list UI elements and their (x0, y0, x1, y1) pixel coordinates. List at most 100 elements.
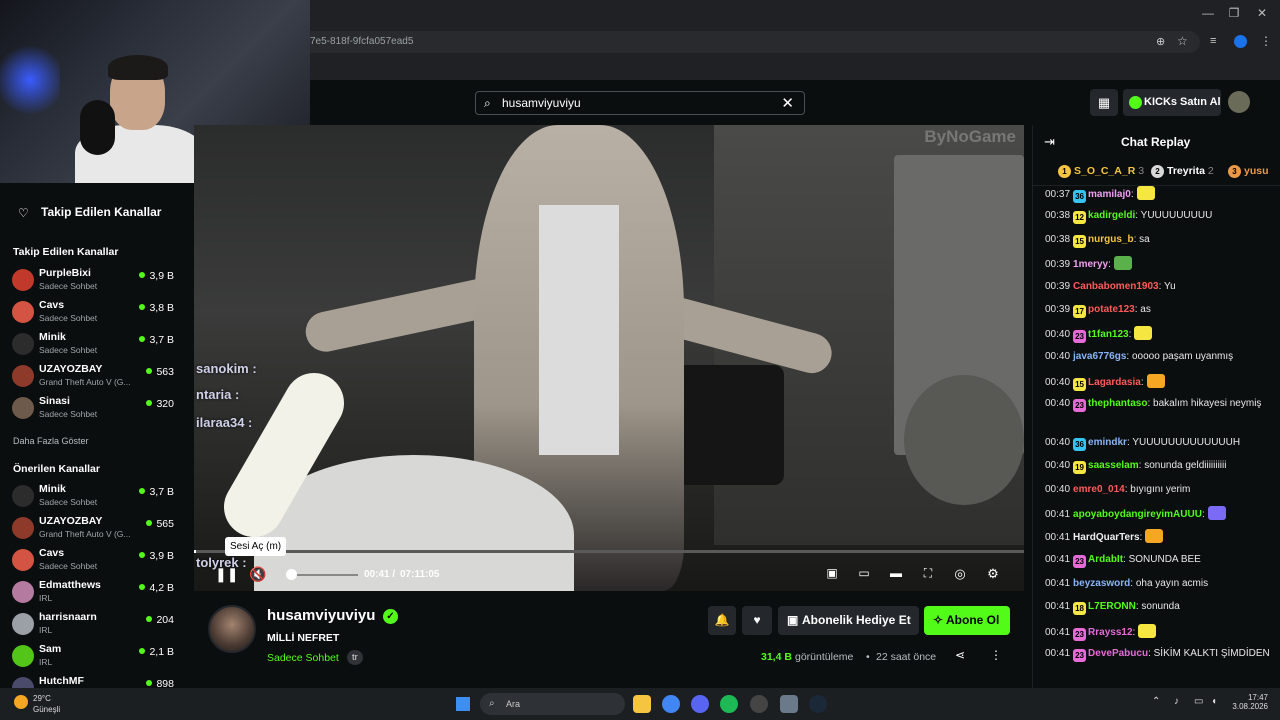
video-player[interactable]: ByNoGame sanokim : ntaria : ilaraa34 : t… (194, 125, 1024, 591)
chat-username[interactable]: HardQuarTers (1073, 532, 1140, 543)
leaderboard-entry[interactable]: 1 S_O_C_A_R 3 (1058, 165, 1144, 178)
chat-message[interactable]: 00:40 java6776gs: ooooo paşam uyanmış (1045, 350, 1270, 364)
clear-search-icon[interactable]: ✕ (781, 94, 794, 112)
chat-message[interactable]: 00:39 17 potate123: as (1045, 303, 1270, 318)
chat-message[interactable]: 00:38 15 nurgus_b: sa (1045, 233, 1270, 248)
chat-message[interactable]: 00:40 15 Lagardasia: (1045, 374, 1270, 391)
chat-username[interactable]: nurgus_b (1088, 234, 1134, 245)
search-box[interactable]: ⌕ husamviyuviyu ✕ (475, 91, 805, 115)
chat-message[interactable]: 00:40 36 emindkr: YUUUUUUUUUUUUUH (1045, 436, 1270, 451)
follow-heart-button[interactable]: ♥ (742, 606, 772, 635)
channel-name[interactable]: husamviyuviyu (267, 607, 375, 624)
chat-message[interactable]: 00:41 23 Rrayss12: (1045, 624, 1270, 641)
app-icon[interactable] (780, 695, 798, 713)
sidebar-channel[interactable]: HutchMF 898 (12, 674, 182, 688)
sidebar-channel[interactable]: UZAYOZBAY Grand Theft Auto V (G... 563 (12, 362, 182, 392)
weather-temperature[interactable]: 29°C (33, 694, 51, 703)
notification-bell-button[interactable]: 🔔 (708, 606, 736, 635)
taskbar-clock[interactable]: 17:47 3.08.2026 (1200, 693, 1268, 711)
zoom-icon[interactable]: ⊕ (1156, 35, 1165, 48)
sidebar-channel[interactable]: Sam IRL 2,1 B (12, 642, 182, 672)
spotify-icon[interactable] (720, 695, 738, 713)
buy-kicks-button[interactable]: KICKs Satın Al (1123, 89, 1221, 116)
layout-grid-button[interactable]: ▦ (1090, 89, 1118, 116)
chat-message[interactable]: 00:40 19 saasselam: sonunda geldiiiiiiiiii (1045, 459, 1270, 474)
chat-message[interactable]: 00:41 HardQuarTers: (1045, 529, 1270, 545)
file-explorer-icon[interactable] (633, 695, 651, 713)
sidebar-channel[interactable]: Minik Sadece Sohbet 3,7 B (12, 330, 182, 360)
chat-message[interactable]: 00:40 23 t1fan123: (1045, 326, 1270, 343)
volume-slider[interactable] (290, 574, 358, 576)
chat-message[interactable]: 00:37 36 mamilaj0: (1045, 186, 1270, 203)
media-control-icon[interactable]: ≡ (1210, 35, 1216, 47)
profile-avatar[interactable] (1234, 35, 1247, 48)
microphone-icon[interactable]: ♪ (1174, 696, 1179, 707)
theater-mode-icon[interactable]: ▬ (886, 566, 906, 580)
chat-message[interactable]: 00:41 18 L7ERONN: sonunda (1045, 600, 1270, 615)
chat-username[interactable]: 1meryy (1073, 259, 1108, 270)
chat-username[interactable]: t1fan123 (1088, 329, 1129, 340)
settings-gear-icon[interactable]: ⚙ (983, 566, 1003, 582)
sidebar-channel[interactable]: Cavs Sadece Sohbet 3,9 B (12, 546, 182, 576)
close-icon[interactable]: ✕ (1250, 6, 1274, 20)
taskbar-search[interactable]: ⌕ Ara (480, 693, 625, 715)
chat-message[interactable]: 00:41 23 DevePabucu: SİKİM KALKTI ŞİMDİDEN (1045, 647, 1270, 662)
leaderboard-entry[interactable]: 2 Treyrita 2 (1151, 165, 1214, 178)
user-avatar[interactable] (1228, 91, 1250, 113)
sidebar-channel[interactable]: Minik Sadece Sohbet 3,7 B (12, 482, 182, 512)
clip-icon[interactable]: ▣ (822, 566, 842, 580)
chat-username[interactable]: mamilaj0 (1088, 189, 1131, 200)
leaderboard-entry[interactable]: 3 yusu (1228, 165, 1269, 178)
chrome-icon[interactable] (662, 695, 680, 713)
bookmark-star-icon[interactable]: ☆ (1177, 34, 1188, 48)
app-icon[interactable] (750, 695, 768, 713)
minimize-icon[interactable]: — (1196, 6, 1220, 20)
sidebar-channel[interactable]: Cavs Sadece Sohbet 3,8 B (12, 298, 182, 328)
chat-username[interactable]: Lagardasia (1088, 377, 1141, 388)
address-bar[interactable]: 7e5-818f-9fcfa057ead5 (300, 31, 1200, 53)
volume-knob[interactable] (286, 569, 297, 580)
chat-username[interactable]: emindkr (1088, 437, 1127, 448)
chat-username[interactable]: ArdabIt (1088, 554, 1123, 565)
mute-icon[interactable]: 🔇 (248, 566, 268, 583)
chat-message[interactable]: 00:41 apoyaboydangireyimAUUU: (1045, 506, 1270, 522)
pause-icon[interactable]: ❚❚ (215, 566, 238, 583)
sidebar-channel[interactable]: UZAYOZBAY Grand Theft Auto V (G... 565 (12, 514, 182, 544)
chat-message[interactable]: 00:40 23 thephantaso: bakalım hikayesi ney… (1045, 397, 1270, 412)
chat-username[interactable]: L7ERONN (1088, 601, 1136, 612)
more-options-icon[interactable]: ⋮ (990, 648, 1002, 662)
chat-message[interactable]: 00:41 23 ArdabIt: SONUNDA BEE (1045, 553, 1270, 568)
gift-subscription-button[interactable]: ▣ Abonelik Hediye Et (778, 606, 919, 635)
category-link[interactable]: Sadece Sohbet (267, 652, 339, 664)
chat-message[interactable]: 00:38 12 kadirgeldi: YUUUUUUUUU (1045, 209, 1270, 224)
share-icon[interactable]: ⋖ (955, 648, 965, 662)
chat-message[interactable]: 00:41 beyzasword: oha yayın acmis (1045, 577, 1270, 591)
chat-message[interactable]: 00:39 1meryy: (1045, 256, 1270, 272)
video-progress-bar[interactable] (194, 550, 1024, 553)
subscribe-button[interactable]: ✧ Abone Ol (924, 606, 1010, 635)
sidebar-channel[interactable]: harrisnaarn IRL 204 (12, 610, 182, 640)
chat-username[interactable]: emre0_014 (1073, 484, 1125, 495)
chat-username[interactable]: beyzasword (1073, 578, 1130, 589)
discord-icon[interactable] (691, 695, 709, 713)
chat-username[interactable]: thephantaso (1088, 398, 1147, 409)
chat-message[interactable]: 00:39 Canbabomen1903: Yu (1045, 280, 1270, 294)
playback-speed-icon[interactable]: ◎ (950, 566, 970, 582)
chat-username[interactable]: kadirgeldi (1088, 210, 1135, 221)
search-input[interactable]: husamviyuviyu (502, 96, 581, 110)
sidebar-channel[interactable]: Sinasi Sadece Sohbet 320 (12, 394, 182, 424)
channel-avatar[interactable] (208, 605, 256, 653)
chat-username[interactable]: apoyaboydangireyimAUUU (1073, 509, 1202, 520)
sidebar-channel[interactable]: Edmatthews IRL 4,2 B (12, 578, 182, 608)
sidebar-channel[interactable]: PurpleBixi Sadece Sohbet 3,9 B (12, 266, 182, 296)
fullscreen-icon[interactable]: ⛶ (918, 566, 938, 581)
chat-username[interactable]: potate123 (1088, 304, 1135, 315)
miniplayer-icon[interactable]: ▭ (854, 566, 874, 580)
maximize-icon[interactable]: ❐ (1222, 6, 1246, 20)
chat-username[interactable]: DevePabucu (1088, 648, 1148, 659)
windows-start-icon[interactable] (456, 697, 470, 711)
collapse-chat-icon[interactable]: ⇥ (1044, 134, 1055, 150)
chat-username[interactable]: saasselam (1088, 460, 1139, 471)
chat-message[interactable]: 00:40 emre0_014: bıyıgını yerim (1045, 483, 1270, 497)
show-more-link[interactable]: Daha Fazla Göster (13, 436, 89, 446)
